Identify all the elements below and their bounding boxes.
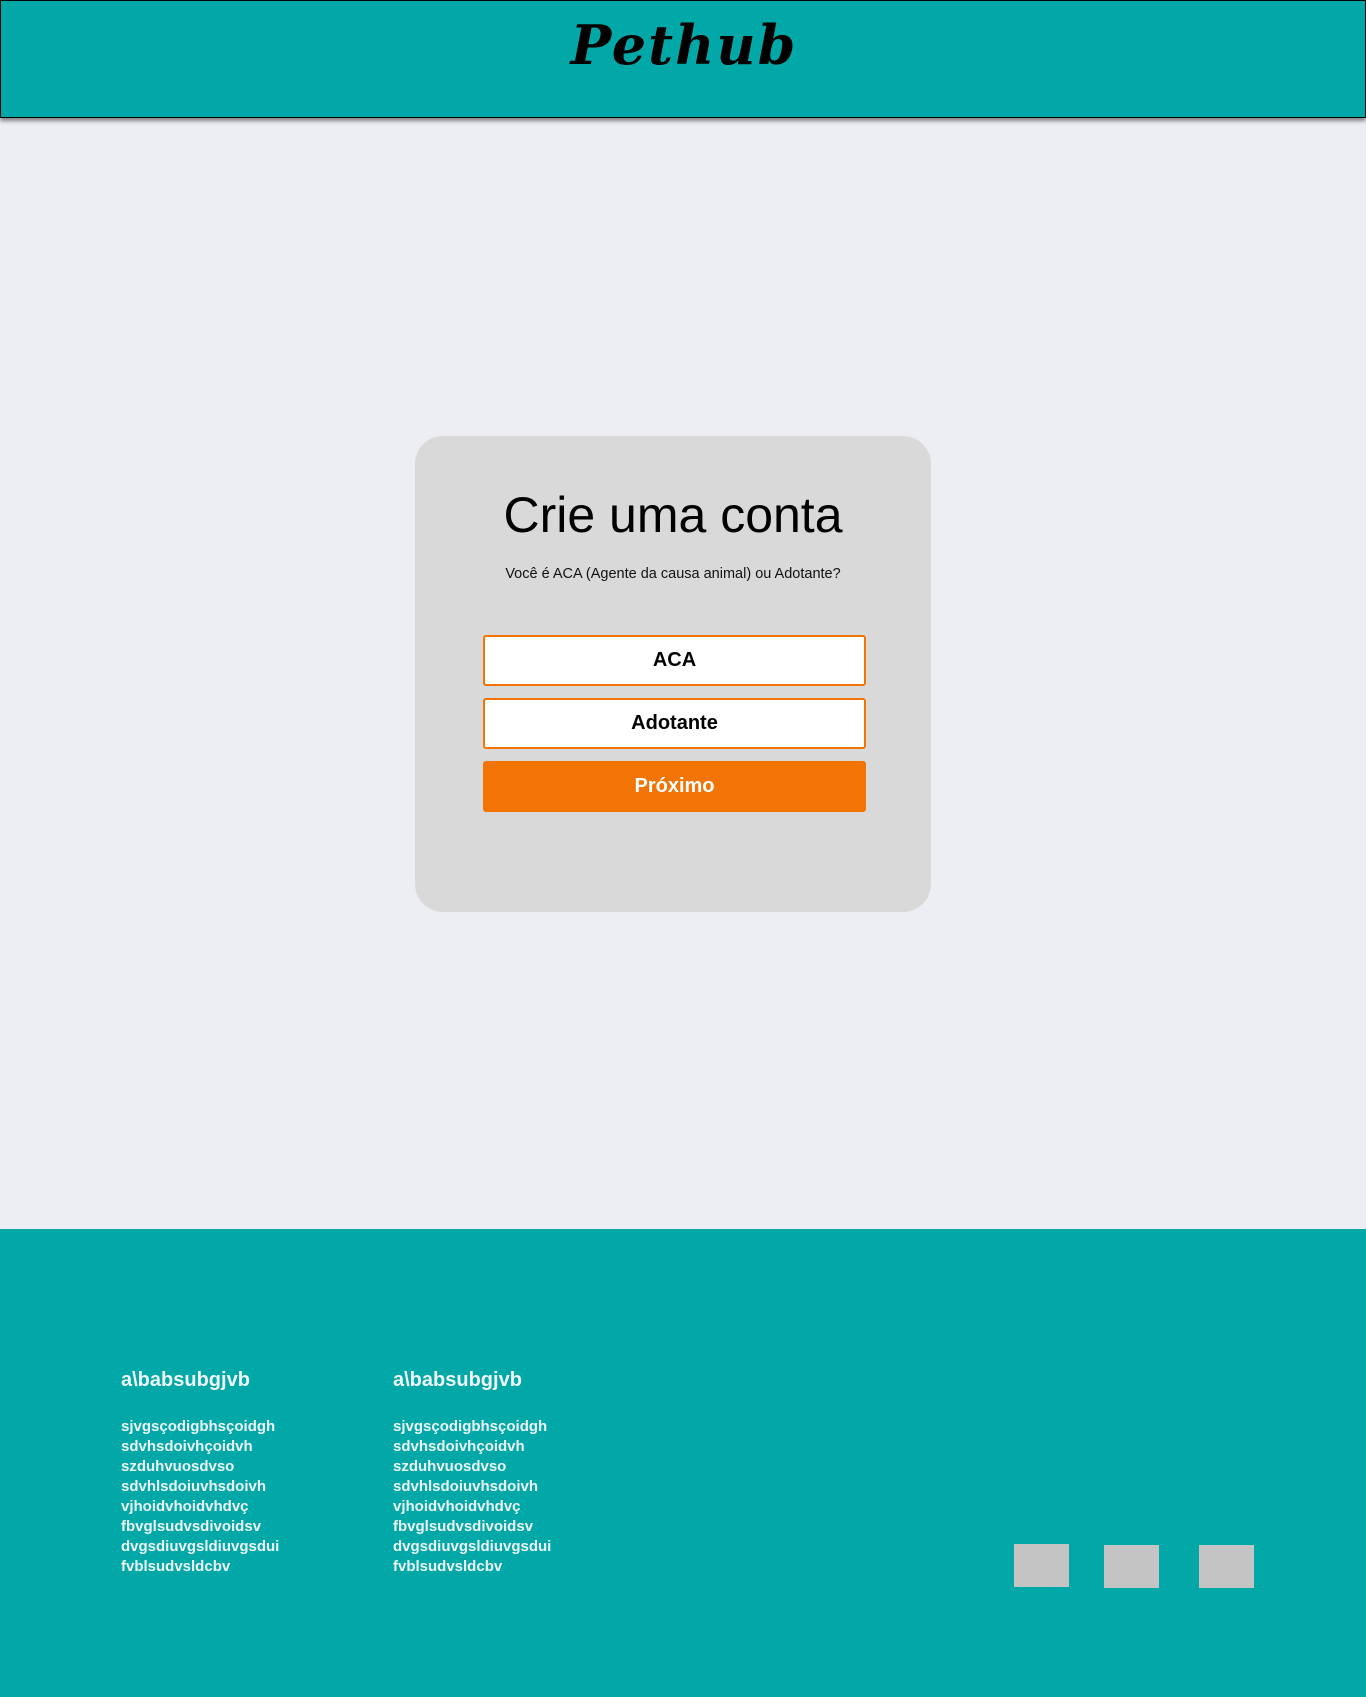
footer-link[interactable]: sdvhlsdoiuvhsdoivh [121,1477,279,1497]
social-icon-placeholder-2[interactable] [1104,1545,1159,1588]
page-title: Crie uma conta [503,487,843,543]
adotante-option-button[interactable]: Adotante [483,698,866,749]
footer-column-1: a\babsubgjvb sjvgsçodigbhsçoidgh sdvhsdo… [121,1369,279,1577]
footer-link[interactable]: szduhvuosdvso [393,1457,551,1477]
footer-link[interactable]: sjvgsçodigbhsçoidgh [393,1417,551,1437]
site-footer: a\babsubgjvb sjvgsçodigbhsçoidgh sdvhsdo… [0,1229,1366,1697]
footer-link[interactable]: sjvgsçodigbhsçoidgh [121,1417,279,1437]
social-icon-placeholder-1[interactable] [1014,1544,1069,1587]
footer-heading: a\babsubgjvb [121,1369,250,1391]
aca-option-button[interactable]: ACA [483,635,866,686]
footer-link[interactable]: fbvglsudvsdivoidsv [121,1517,279,1537]
footer-link[interactable]: vjhoidvhoidvhdvç [121,1497,279,1517]
footer-link[interactable]: sdvhsdoivhçoidvh [393,1437,551,1457]
footer-link[interactable]: dvgsdiuvgsldiuvgsdui [393,1537,551,1557]
pethub-logo[interactable]: Pethub [1,13,1366,77]
footer-link[interactable]: sdvhsdoivhçoidvh [121,1437,279,1457]
footer-link[interactable]: szduhvuosdvso [121,1457,279,1477]
footer-link[interactable]: fvblsudvsldcbv [121,1557,279,1577]
site-header: Pethub [0,0,1366,118]
account-type-question: Você é ACA (Agente da causa animal) ou A… [505,566,841,582]
footer-column-2: a\babsubgjvb sjvgsçodigbhsçoidgh sdvhsdo… [393,1369,551,1577]
footer-link[interactable]: fbvglsudvsdivoidsv [393,1517,551,1537]
social-icon-placeholder-3[interactable] [1199,1545,1254,1588]
footer-link[interactable]: sdvhlsdoiuvhsdoivh [393,1477,551,1497]
signup-card: Crie uma conta Você é ACA (Agente da cau… [415,436,931,912]
footer-heading: a\babsubgjvb [393,1369,522,1391]
footer-link[interactable]: fvblsudvsldcbv [393,1557,551,1577]
footer-link[interactable]: vjhoidvhoidvhdvç [393,1497,551,1517]
footer-link[interactable]: dvgsdiuvgsldiuvgsdui [121,1537,279,1557]
next-button[interactable]: Próximo [483,761,866,812]
